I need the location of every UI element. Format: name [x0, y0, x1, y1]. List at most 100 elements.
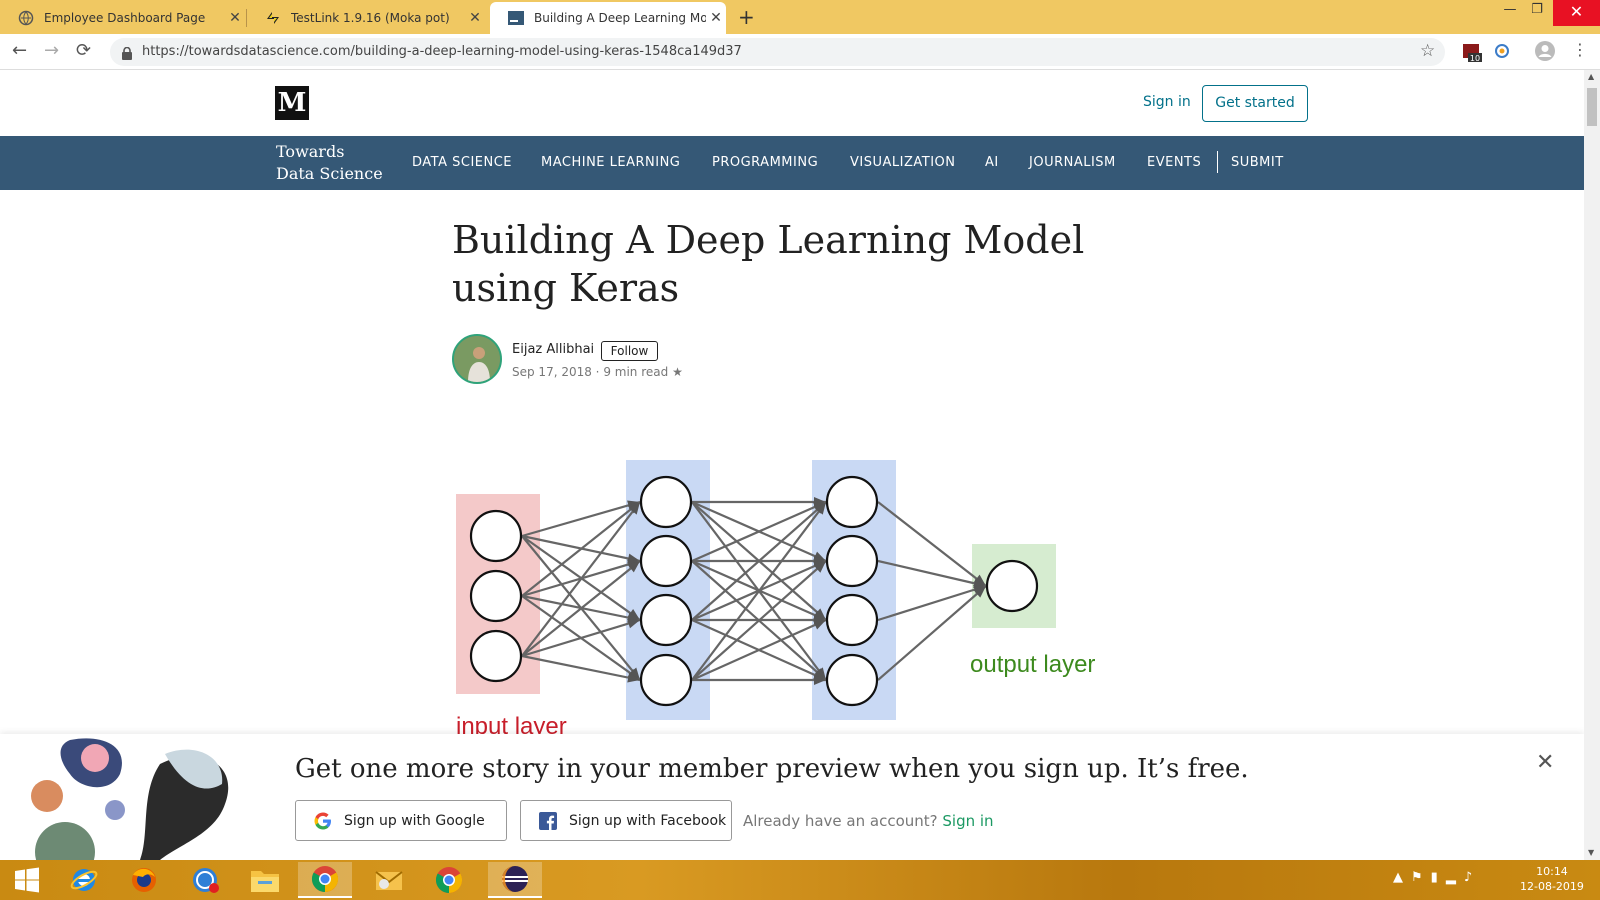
signin-link[interactable]: Sign in [1143, 94, 1191, 110]
article-meta: Sep 17, 2018 · 9 min read ★ [512, 365, 683, 379]
nn-neuron [469, 569, 523, 623]
nn-neuron [639, 534, 693, 588]
get-started-button[interactable]: Get started [1202, 85, 1308, 122]
tab-close-icon[interactable]: ✕ [465, 10, 485, 26]
signup-google-button[interactable]: Sign up with Google [295, 800, 507, 841]
testlink-icon [265, 10, 281, 26]
already-text: Already have an account? [743, 812, 938, 830]
follow-button[interactable]: Follow [601, 341, 658, 361]
menu-kebab-icon[interactable]: ⋮ [1572, 40, 1588, 59]
nn-neuron [469, 509, 523, 563]
tab-close-icon[interactable]: ✕ [706, 10, 726, 26]
signup-google-label: Sign up with Google [344, 812, 485, 829]
flag-icon[interactable]: ⚑ [1411, 870, 1431, 885]
firefox-icon[interactable] [117, 862, 171, 898]
signup-facebook-label: Sign up with Facebook [569, 812, 727, 829]
page-scrollbar[interactable]: ▲ ▼ [1584, 70, 1600, 860]
reload-button[interactable]: ⟳ [76, 40, 91, 61]
member-star-icon: ★ [672, 365, 683, 379]
banner-close-icon[interactable]: ✕ [1536, 750, 1554, 775]
internet-explorer-icon[interactable] [57, 862, 111, 898]
extension-icon[interactable]: 10 [1462, 41, 1482, 67]
new-tab-button[interactable]: + [738, 5, 755, 29]
article-title: Building A Deep Learning Model using Ker… [452, 218, 1085, 310]
facebook-icon [539, 811, 557, 830]
nn-neuron [825, 653, 879, 707]
publication-name-line2[interactable]: Data Science [276, 164, 383, 183]
back-button[interactable]: ← [12, 40, 27, 61]
nav-data-science[interactable]: DATA SCIENCE [412, 155, 512, 170]
browser-titlebar: Employee Dashboard Page ✕ TestLink 1.9.1… [0, 0, 1600, 34]
nn-neuron [825, 475, 879, 529]
outlook-icon[interactable] [362, 862, 416, 898]
nav-journalism[interactable]: JOURNALISM [1029, 155, 1116, 170]
tds-favicon-icon [508, 10, 524, 26]
svg-text:10: 10 [1470, 54, 1480, 63]
lock-icon [122, 45, 132, 64]
nn-neuron [985, 559, 1039, 613]
window-close-button[interactable]: ✕ [1553, 0, 1600, 26]
browser-toolbar: ← → ⟳ https://towardsdatascience.com/bui… [0, 34, 1600, 70]
neural-network-figure: input layer output layer [456, 460, 1095, 740]
windows-start-icon[interactable] [0, 862, 54, 898]
tab-employee-dashboard[interactable]: Employee Dashboard Page ✕ [0, 2, 245, 34]
tab-title: Building A Deep Learning Model [534, 11, 706, 25]
nn-neuron [825, 534, 879, 588]
extension-icon-2[interactable] [1494, 43, 1510, 63]
windows-taskbar: ▲⚑▮▂♪ 10:14 12-08-2019 [0, 860, 1600, 900]
nn-neuron [639, 593, 693, 647]
article-date-readtime: Sep 17, 2018 · 9 min read [512, 365, 669, 379]
banner-signin-link[interactable]: Sign in [942, 812, 993, 830]
author-avatar[interactable] [452, 334, 502, 384]
signup-facebook-button[interactable]: Sign up with Facebook [520, 800, 732, 841]
tab-active-article[interactable]: Building A Deep Learning Model ✕ [490, 2, 726, 34]
clock-date: 12-08-2019 [1520, 880, 1584, 893]
publication-name[interactable]: Towards [276, 142, 344, 161]
battery-icon[interactable]: ▮ [1431, 870, 1446, 885]
tray-arrow-icon[interactable]: ▲ [1393, 870, 1411, 885]
eclipse-icon[interactable] [488, 862, 542, 898]
tab-title: TestLink 1.9.16 (Moka pot) [291, 11, 450, 25]
url-text: https://towardsdatascience.com/building-… [142, 44, 742, 59]
nav-events[interactable]: EVENTS [1147, 155, 1201, 170]
file-explorer-icon[interactable] [238, 862, 292, 898]
output-layer-label: output layer [970, 651, 1095, 678]
nav-submit[interactable]: SUBMIT [1231, 155, 1284, 170]
address-bar[interactable]: https://towardsdatascience.com/building-… [110, 38, 1445, 66]
nav-ai[interactable]: AI [985, 155, 999, 170]
publication-nav: Towards Data Science DATA SCIENCE MACHIN… [0, 136, 1584, 190]
tab-close-icon[interactable]: ✕ [225, 10, 245, 26]
globe-icon [18, 10, 34, 26]
clock-time: 10:14 [1536, 865, 1568, 878]
bookmark-star-icon[interactable]: ☆ [1420, 41, 1435, 61]
tab-title: Employee Dashboard Page [44, 11, 206, 25]
chrome-taskbar-icon-2[interactable] [422, 862, 476, 898]
app-update-icon[interactable] [178, 862, 232, 898]
already-have-account: Already have an account? Sign in [743, 812, 994, 830]
nn-neuron [469, 629, 523, 683]
system-tray[interactable]: ▲⚑▮▂♪ [1393, 870, 1480, 885]
scrollbar-thumb[interactable] [1587, 88, 1597, 126]
nav-machine-learning[interactable]: MACHINE LEARNING [541, 155, 680, 170]
author-name[interactable]: Eijaz Allibhai [512, 342, 594, 357]
nn-neuron [825, 593, 879, 647]
volume-muted-icon[interactable]: ♪ [1464, 870, 1480, 885]
taskbar-clock[interactable]: 10:14 12-08-2019 [1520, 864, 1584, 894]
banner-illustration [31, 738, 229, 860]
banner-headline: Get one more story in your member previe… [295, 754, 1249, 784]
forward-button[interactable]: → [44, 40, 59, 61]
signup-banner: Get one more story in your member previe… [0, 734, 1584, 860]
medium-logo[interactable]: M [275, 86, 309, 120]
nav-programming[interactable]: PROGRAMMING [712, 155, 818, 170]
nn-neuron [639, 653, 693, 707]
minimize-button[interactable]: — [1495, 2, 1525, 17]
nav-visualization[interactable]: VISUALIZATION [850, 155, 956, 170]
tab-testlink[interactable]: TestLink 1.9.16 (Moka pot) ✕ [247, 2, 485, 34]
nav-divider [1217, 151, 1218, 173]
chrome-taskbar-icon[interactable] [298, 862, 352, 898]
signal-icon[interactable]: ▂ [1446, 870, 1464, 885]
scroll-up-icon[interactable]: ▲ [1588, 72, 1594, 81]
restore-button[interactable]: ❐ [1522, 2, 1552, 17]
scroll-down-icon[interactable]: ▼ [1588, 848, 1594, 857]
profile-avatar-icon[interactable] [1534, 40, 1556, 66]
